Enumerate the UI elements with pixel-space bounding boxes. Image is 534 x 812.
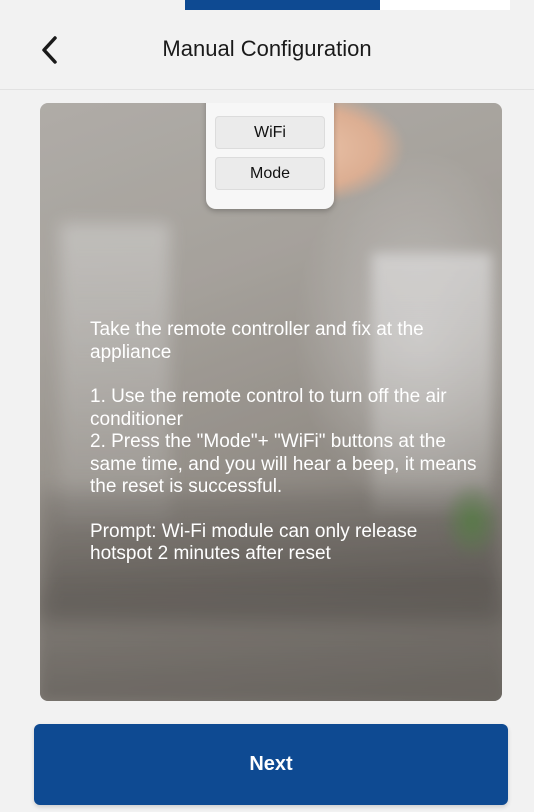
instruction-prompt: Prompt: Wi-Fi module can only release ho…	[90, 520, 418, 565]
next-button[interactable]: Next	[34, 724, 508, 805]
instruction-step-1: 1. Use the remote control to turn off th…	[90, 386, 447, 430]
remote-mode-button: Mode	[215, 157, 325, 190]
top-partial-tab-active	[185, 0, 380, 10]
remote-controller-illustration: WiFi Mode	[206, 103, 334, 209]
top-partial-bar	[0, 0, 534, 10]
top-partial-tab	[380, 0, 510, 10]
header: Manual Configuration	[0, 10, 534, 90]
instruction-card: WiFi Mode Take the remote controller and…	[40, 103, 502, 701]
remote-wifi-button: WiFi	[215, 116, 325, 149]
instructions-text: Take the remote controller and fix at th…	[90, 319, 480, 566]
page-title: Manual Configuration	[162, 36, 372, 61]
instruction-intro: Take the remote controller and fix at th…	[90, 319, 424, 363]
instruction-step-2: 2. Press the "Mode"+ "WiFi" buttons at t…	[90, 431, 477, 497]
